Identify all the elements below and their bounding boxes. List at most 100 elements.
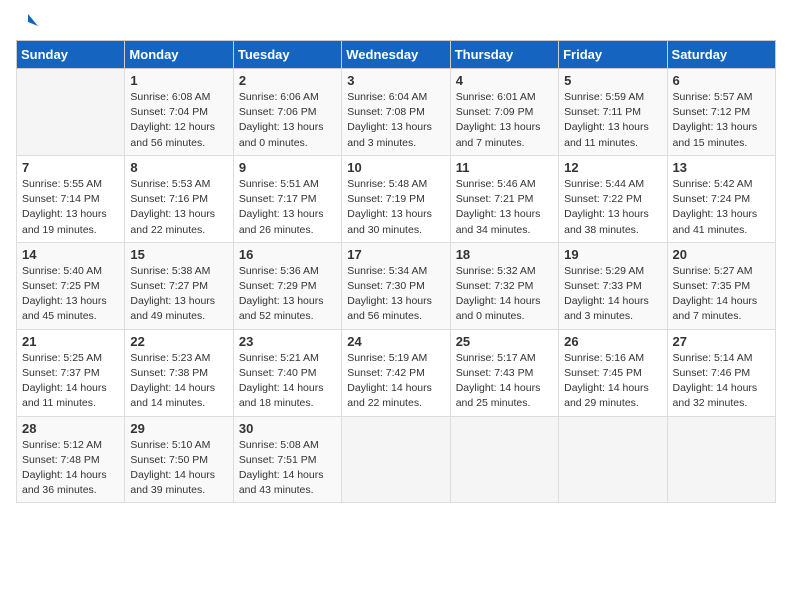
day-number: 21 bbox=[22, 334, 119, 349]
day-number: 30 bbox=[239, 421, 336, 436]
day-cell: 2 Sunrise: 6:06 AM Sunset: 7:06 PM Daylig… bbox=[233, 69, 341, 156]
week-row-2: 7 Sunrise: 5:55 AM Sunset: 7:14 PM Daylig… bbox=[17, 155, 776, 242]
day-info: Sunrise: 5:29 AM Sunset: 7:33 PM Dayligh… bbox=[564, 264, 661, 325]
day-info: Sunrise: 6:06 AM Sunset: 7:06 PM Dayligh… bbox=[239, 90, 336, 151]
day-info: Sunrise: 5:57 AM Sunset: 7:12 PM Dayligh… bbox=[673, 90, 770, 151]
day-cell: 15Sunrise: 5:38 AM Sunset: 7:27 PM Dayli… bbox=[125, 242, 233, 329]
day-header-tuesday: Tuesday bbox=[233, 41, 341, 69]
day-cell: 7 Sunrise: 5:55 AM Sunset: 7:14 PM Daylig… bbox=[17, 155, 125, 242]
calendar-header-row: SundayMondayTuesdayWednesdayThursdayFrid… bbox=[17, 41, 776, 69]
day-header-friday: Friday bbox=[559, 41, 667, 69]
day-info: Sunrise: 5:17 AM Sunset: 7:43 PM Dayligh… bbox=[456, 351, 553, 412]
day-number: 2 bbox=[239, 73, 336, 88]
day-number: 9 bbox=[239, 160, 336, 175]
day-cell bbox=[559, 416, 667, 503]
day-info: Sunrise: 5:08 AM Sunset: 7:51 PM Dayligh… bbox=[239, 438, 336, 499]
day-number: 22 bbox=[130, 334, 227, 349]
calendar-table: SundayMondayTuesdayWednesdayThursdayFrid… bbox=[16, 40, 776, 503]
week-row-1: 1 Sunrise: 6:08 AM Sunset: 7:04 PM Daylig… bbox=[17, 69, 776, 156]
day-cell: 24 Sunrise: 5:19 AM Sunset: 7:42 PM Dayli… bbox=[342, 329, 450, 416]
week-row-5: 28 Sunrise: 5:12 AM Sunset: 7:48 PM Dayli… bbox=[17, 416, 776, 503]
day-cell: 8 Sunrise: 5:53 AM Sunset: 7:16 PM Daylig… bbox=[125, 155, 233, 242]
header bbox=[16, 16, 776, 32]
day-info: Sunrise: 6:08 AM Sunset: 7:04 PM Dayligh… bbox=[130, 90, 227, 151]
day-cell: 26Sunrise: 5:16 AM Sunset: 7:45 PM Dayli… bbox=[559, 329, 667, 416]
day-number: 3 bbox=[347, 73, 444, 88]
day-info: Sunrise: 5:10 AM Sunset: 7:50 PM Dayligh… bbox=[130, 438, 227, 499]
day-cell: 5Sunrise: 5:59 AM Sunset: 7:11 PM Daylig… bbox=[559, 69, 667, 156]
day-cell: 17 Sunrise: 5:34 AM Sunset: 7:30 PM Dayli… bbox=[342, 242, 450, 329]
day-cell bbox=[450, 416, 558, 503]
week-row-4: 21 Sunrise: 5:25 AM Sunset: 7:37 PM Dayli… bbox=[17, 329, 776, 416]
day-info: Sunrise: 5:48 AM Sunset: 7:19 PM Dayligh… bbox=[347, 177, 444, 238]
day-cell: 25 Sunrise: 5:17 AM Sunset: 7:43 PM Dayli… bbox=[450, 329, 558, 416]
day-number: 4 bbox=[456, 73, 553, 88]
day-number: 13 bbox=[673, 160, 770, 175]
day-number: 14 bbox=[22, 247, 119, 262]
day-info: Sunrise: 5:55 AM Sunset: 7:14 PM Dayligh… bbox=[22, 177, 119, 238]
day-header-thursday: Thursday bbox=[450, 41, 558, 69]
day-info: Sunrise: 5:36 AM Sunset: 7:29 PM Dayligh… bbox=[239, 264, 336, 325]
day-number: 28 bbox=[22, 421, 119, 436]
day-cell bbox=[667, 416, 775, 503]
day-number: 8 bbox=[130, 160, 227, 175]
day-info: Sunrise: 5:40 AM Sunset: 7:25 PM Dayligh… bbox=[22, 264, 119, 325]
day-info: Sunrise: 5:38 AM Sunset: 7:27 PM Dayligh… bbox=[130, 264, 227, 325]
day-info: Sunrise: 5:27 AM Sunset: 7:35 PM Dayligh… bbox=[673, 264, 770, 325]
day-cell: 12 Sunrise: 5:44 AM Sunset: 7:22 PM Dayli… bbox=[559, 155, 667, 242]
day-number: 1 bbox=[130, 73, 227, 88]
day-info: Sunrise: 5:12 AM Sunset: 7:48 PM Dayligh… bbox=[22, 438, 119, 499]
day-info: Sunrise: 5:51 AM Sunset: 7:17 PM Dayligh… bbox=[239, 177, 336, 238]
day-info: Sunrise: 5:16 AM Sunset: 7:45 PM Dayligh… bbox=[564, 351, 661, 412]
day-info: Sunrise: 6:01 AM Sunset: 7:09 PM Dayligh… bbox=[456, 90, 553, 151]
week-row-3: 14 Sunrise: 5:40 AM Sunset: 7:25 PM Dayli… bbox=[17, 242, 776, 329]
day-cell: 4 Sunrise: 6:01 AM Sunset: 7:09 PM Daylig… bbox=[450, 69, 558, 156]
day-number: 12 bbox=[564, 160, 661, 175]
day-header-saturday: Saturday bbox=[667, 41, 775, 69]
day-info: Sunrise: 5:14 AM Sunset: 7:46 PM Dayligh… bbox=[673, 351, 770, 412]
day-cell: 22 Sunrise: 5:23 AM Sunset: 7:38 PM Dayli… bbox=[125, 329, 233, 416]
day-cell: 16 Sunrise: 5:36 AM Sunset: 7:29 PM Dayli… bbox=[233, 242, 341, 329]
day-header-monday: Monday bbox=[125, 41, 233, 69]
day-cell: 13 Sunrise: 5:42 AM Sunset: 7:24 PM Dayli… bbox=[667, 155, 775, 242]
day-number: 7 bbox=[22, 160, 119, 175]
day-info: Sunrise: 6:04 AM Sunset: 7:08 PM Dayligh… bbox=[347, 90, 444, 151]
day-info: Sunrise: 5:19 AM Sunset: 7:42 PM Dayligh… bbox=[347, 351, 444, 412]
day-number: 25 bbox=[456, 334, 553, 349]
day-info: Sunrise: 5:32 AM Sunset: 7:32 PM Dayligh… bbox=[456, 264, 553, 325]
day-number: 16 bbox=[239, 247, 336, 262]
day-cell: 9 Sunrise: 5:51 AM Sunset: 7:17 PM Daylig… bbox=[233, 155, 341, 242]
day-number: 29 bbox=[130, 421, 227, 436]
day-info: Sunrise: 5:25 AM Sunset: 7:37 PM Dayligh… bbox=[22, 351, 119, 412]
day-cell: 28 Sunrise: 5:12 AM Sunset: 7:48 PM Dayli… bbox=[17, 416, 125, 503]
day-info: Sunrise: 5:53 AM Sunset: 7:16 PM Dayligh… bbox=[130, 177, 227, 238]
day-info: Sunrise: 5:34 AM Sunset: 7:30 PM Dayligh… bbox=[347, 264, 444, 325]
day-info: Sunrise: 5:44 AM Sunset: 7:22 PM Dayligh… bbox=[564, 177, 661, 238]
day-info: Sunrise: 5:23 AM Sunset: 7:38 PM Dayligh… bbox=[130, 351, 227, 412]
day-cell: 3 Sunrise: 6:04 AM Sunset: 7:08 PM Daylig… bbox=[342, 69, 450, 156]
logo-bird-icon bbox=[18, 12, 38, 32]
day-number: 6 bbox=[673, 73, 770, 88]
day-cell: 27 Sunrise: 5:14 AM Sunset: 7:46 PM Dayli… bbox=[667, 329, 775, 416]
day-info: Sunrise: 5:46 AM Sunset: 7:21 PM Dayligh… bbox=[456, 177, 553, 238]
day-number: 23 bbox=[239, 334, 336, 349]
day-header-sunday: Sunday bbox=[17, 41, 125, 69]
day-number: 10 bbox=[347, 160, 444, 175]
day-number: 27 bbox=[673, 334, 770, 349]
day-number: 18 bbox=[456, 247, 553, 262]
day-cell bbox=[17, 69, 125, 156]
day-cell bbox=[342, 416, 450, 503]
day-cell: 19Sunrise: 5:29 AM Sunset: 7:33 PM Dayli… bbox=[559, 242, 667, 329]
day-cell: 20 Sunrise: 5:27 AM Sunset: 7:35 PM Dayli… bbox=[667, 242, 775, 329]
day-number: 5 bbox=[564, 73, 661, 88]
day-cell: 10 Sunrise: 5:48 AM Sunset: 7:19 PM Dayli… bbox=[342, 155, 450, 242]
day-cell: 11Sunrise: 5:46 AM Sunset: 7:21 PM Dayli… bbox=[450, 155, 558, 242]
day-number: 20 bbox=[673, 247, 770, 262]
day-cell: 30 Sunrise: 5:08 AM Sunset: 7:51 PM Dayli… bbox=[233, 416, 341, 503]
day-number: 24 bbox=[347, 334, 444, 349]
day-info: Sunrise: 5:42 AM Sunset: 7:24 PM Dayligh… bbox=[673, 177, 770, 238]
day-number: 17 bbox=[347, 247, 444, 262]
day-cell: 6 Sunrise: 5:57 AM Sunset: 7:12 PM Daylig… bbox=[667, 69, 775, 156]
day-info: Sunrise: 5:21 AM Sunset: 7:40 PM Dayligh… bbox=[239, 351, 336, 412]
day-header-wednesday: Wednesday bbox=[342, 41, 450, 69]
